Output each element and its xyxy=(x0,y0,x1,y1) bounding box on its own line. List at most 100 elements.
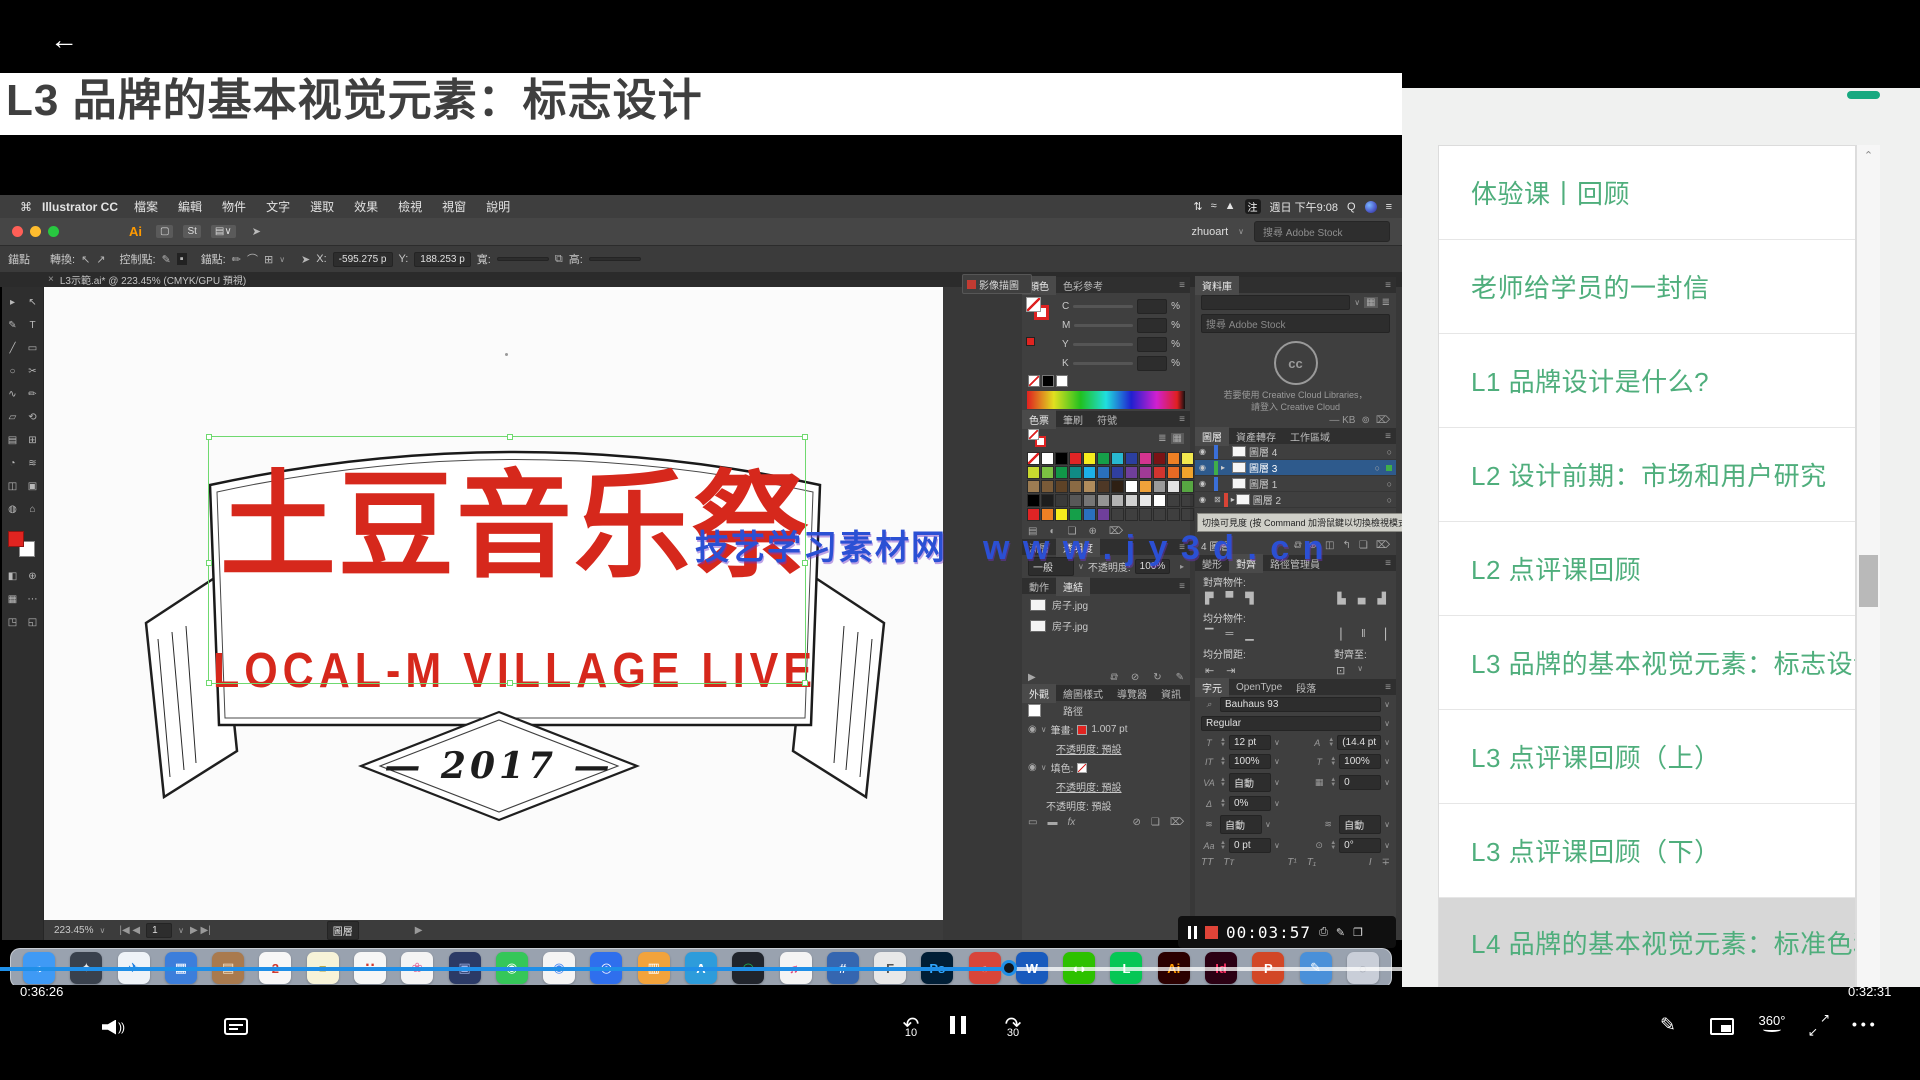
swatch xyxy=(1055,494,1068,507)
tab-swatches: 色票 xyxy=(1022,410,1056,429)
tool-icon: ▸ xyxy=(3,291,23,314)
tracking-icon: ▦ xyxy=(1311,777,1327,788)
tool-icon: ▱ xyxy=(3,406,23,429)
pause-button[interactable] xyxy=(950,1016,966,1034)
swatch xyxy=(1083,452,1096,465)
video-progress-bar[interactable] xyxy=(0,967,1402,971)
vertical-scale-field: 100% xyxy=(1229,754,1271,769)
status-icon: ⇅ xyxy=(1193,200,1202,213)
lesson-item-label: L3 点评课回顾（上） xyxy=(1471,738,1721,775)
insert-space-right-field: 自動 xyxy=(1339,815,1381,834)
tab-symbols: 符號 xyxy=(1090,410,1124,429)
menu-item: 文字 xyxy=(266,198,290,215)
swatch-grid xyxy=(1022,449,1190,524)
label-360: 360° xyxy=(1759,1014,1786,1027)
layer-row: ◉圖層 1○ xyxy=(1195,476,1396,492)
tab-appearance: 外觀 xyxy=(1022,684,1056,703)
volume-button[interactable]: )) xyxy=(98,1017,128,1037)
swatch xyxy=(1153,466,1166,479)
logo-year-text: — 2017 — xyxy=(379,745,619,787)
tab-navigator: 導覽器 xyxy=(1110,684,1154,703)
panel-menu-icon: ≡ xyxy=(1172,278,1190,293)
subtitle-button[interactable] xyxy=(224,1018,248,1035)
stroke-opacity: 不透明度: 預設 xyxy=(1056,741,1122,756)
lesson-item[interactable]: L2 点评课回顾 xyxy=(1439,522,1855,616)
ai-document-tabbar: × L3示範.ai* @ 223.45% (CMYK/GPU 預視) xyxy=(0,272,1402,287)
tool-icon: ⊕ xyxy=(23,565,43,588)
panel-menu-icon: ≡ xyxy=(1378,429,1396,444)
sidebar-scrollbar[interactable]: ⌃ xyxy=(1856,145,1880,987)
sketch-dot xyxy=(505,353,508,356)
visibility-eye-icon: ◉ xyxy=(1199,447,1211,456)
fill-stroke-indicator xyxy=(5,529,41,561)
image-trace-panel: 影像描圖 xyxy=(962,274,1032,294)
link-dimensions-icon: ⧉ xyxy=(555,253,563,266)
menu-item: 檢視 xyxy=(398,198,422,215)
menu-item: 視窗 xyxy=(442,198,466,215)
font-search-icon: ⌕ xyxy=(1201,699,1217,710)
anchors-label: 錨點: xyxy=(201,251,226,267)
stroke-weight: 1.007 pt xyxy=(1091,724,1127,735)
fullscreen-button[interactable]: ↗↙ xyxy=(1808,1014,1830,1036)
object-opacity: 不透明度: 預設 xyxy=(1046,798,1112,813)
swatch xyxy=(1041,494,1054,507)
swatch xyxy=(1167,452,1180,465)
swatch xyxy=(1055,452,1068,465)
pip-button[interactable] xyxy=(1710,1018,1734,1035)
stroke-label: 筆畫: xyxy=(1051,722,1074,737)
ai-toolbar: ▸↖✎T╱▭○✂∿✏▱⟲▤⊞◔≋◫▣◍⌂ ◧⊕▦⋯◳◱ xyxy=(2,287,44,940)
leading-field: (14.4 pt xyxy=(1337,735,1381,750)
tab-paragraph: 段落 xyxy=(1289,678,1323,697)
scroll-up-icon[interactable]: ⌃ xyxy=(1857,149,1880,162)
back-button[interactable]: ← xyxy=(50,24,78,56)
notes-button[interactable]: ✎ xyxy=(1660,1014,1676,1037)
collapse-indicator[interactable] xyxy=(1847,91,1880,99)
target-icon: ○ xyxy=(1387,479,1392,489)
swatch xyxy=(1153,452,1166,465)
rotate-360-button[interactable]: 360° xyxy=(1757,1014,1787,1032)
menubar-status-area: ⇅≈▲ 注 週日 下午9:08 Q ≡ xyxy=(1193,199,1402,215)
visibility-eye-icon: ◉ xyxy=(1199,495,1211,504)
relink-icon: ⧉ xyxy=(1110,672,1117,683)
scrollbar-thumb[interactable] xyxy=(1859,555,1878,607)
fx-icon: fx xyxy=(1067,817,1075,828)
spotlight-icon: Q xyxy=(1347,201,1356,213)
tool-icon: ⟲ xyxy=(23,406,43,429)
status-readout: 圖層 xyxy=(327,921,359,940)
lesson-item[interactable]: L2 设计前期：市场和用户研究 xyxy=(1439,428,1855,522)
lesson-item[interactable]: L3 品牌的基本视觉元素：标志设计 xyxy=(1439,616,1855,710)
lesson-item[interactable]: 老师给学员的一封信 xyxy=(1439,240,1855,334)
stroke-color-swatch xyxy=(1077,725,1087,735)
rewind-button[interactable]: ↶10 xyxy=(894,1010,928,1044)
tool-icon: ▦ xyxy=(3,588,23,611)
swatch xyxy=(1139,466,1152,479)
image-trace-label: 影像描圖 xyxy=(979,277,1019,292)
convert-corner-icon: ↖ xyxy=(81,253,90,266)
lesson-item[interactable]: L4 品牌的基本视觉元素：标准色和图案设… xyxy=(1439,898,1855,986)
new-layer-icon: ❏ xyxy=(1359,540,1368,551)
swatch xyxy=(1153,480,1166,493)
forward-button[interactable]: ↷30 xyxy=(996,1010,1030,1044)
lesson-item[interactable]: L3 点评课回顾（上） xyxy=(1439,710,1855,804)
panel-column-layers: 資料庫 ≡ ∨ ▦ ≣ 搜尋 Adobe Stock cc 若要使用 Creat… xyxy=(1195,277,1396,940)
appearance-path-label: 路徑 xyxy=(1063,703,1083,718)
lesson-item[interactable]: L1 品牌设计是什么? xyxy=(1439,334,1855,428)
menu-item: 效果 xyxy=(354,198,378,215)
tab-asset-export: 資產轉存 xyxy=(1229,427,1283,446)
lesson-item[interactable]: L3 点评课回顾（下） xyxy=(1439,804,1855,898)
zoom-level: 223.45% xyxy=(54,925,93,936)
path-thumb xyxy=(1028,704,1041,717)
swatch-fill-stroke xyxy=(1028,429,1052,447)
swatch xyxy=(1069,480,1082,493)
lesson-item[interactable]: 体验课丨回顾 xyxy=(1439,146,1855,240)
tool-icon: ◱ xyxy=(23,611,43,634)
tool-icon: ▣ xyxy=(23,475,43,498)
none-swatch xyxy=(1028,375,1040,387)
convert-smooth-icon: ↗ xyxy=(96,253,105,266)
visibility-icon: ◉ xyxy=(1028,724,1037,735)
ai-appbar: Ai ▢ St ▤∨ ➤ zhuoart ∨ 搜尋 Adobe Stock xyxy=(0,218,1402,245)
bridge-icon: ▢ xyxy=(156,225,173,238)
tool-icon: ⌂ xyxy=(23,498,43,521)
more-options-button[interactable]: ••• xyxy=(1852,1016,1879,1032)
speaker-icon xyxy=(102,1020,116,1035)
